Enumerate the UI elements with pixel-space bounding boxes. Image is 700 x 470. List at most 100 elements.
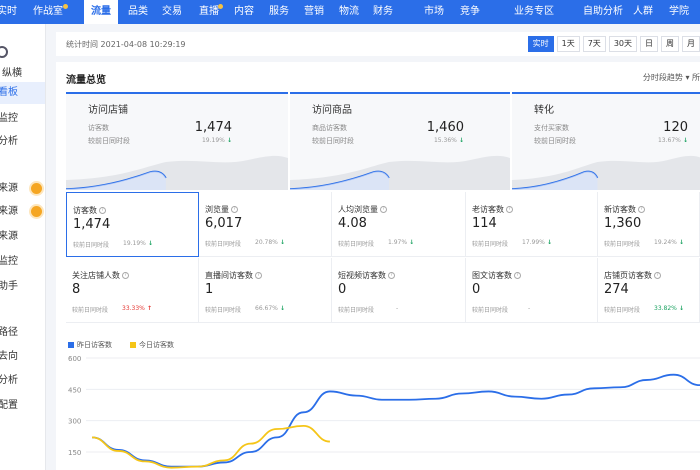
metric-compare-label: 较前日同时段 [338,307,375,314]
sidebar-item-label: 分析 [0,136,18,147]
range-button[interactable]: 日 [640,36,658,52]
metric-label: 图文访客数 [472,271,512,280]
nav-item[interactable]: 财务 [371,0,395,24]
metric-card[interactable]: 人均浏览量? 4.08 较前日同时段 1.97% ↓ [332,192,466,257]
nav-item[interactable]: 营销 [302,0,326,24]
stat-time-bar: 统计时间 2021-04-08 10:29:19 实时 1天 7天 30天日周月 [56,32,700,56]
funnel-panel[interactable]: 访问店铺 访客数 较前日同时段 1,474 19.19% ↓ [66,92,288,190]
sidebar-item-label: 看板 [0,87,18,98]
sidebar-item[interactable]: 来源 [0,201,45,223]
sidebar-item[interactable]: 路径 [0,322,45,344]
badge-icon [31,206,42,217]
metric-compare-label: 较前日同时段 [604,307,641,314]
help-icon[interactable]: ? [99,207,106,214]
y-tick-label: 450 [68,386,81,394]
nav-item[interactable]: 业务专区 [509,0,559,24]
help-icon[interactable]: ? [380,206,387,213]
range-button[interactable]: 月 [682,36,700,52]
nav-item[interactable]: 物流 [337,0,361,24]
metric-change: 66.67% ↓ [255,305,285,312]
trend-dropdown-label: 分时段趋势 [642,73,683,82]
help-icon[interactable]: ? [654,272,661,279]
metric-change: - [396,305,398,312]
sidebar-item[interactable]: 分析 [0,370,45,392]
nav-item[interactable]: 内容 [232,0,256,24]
help-icon[interactable]: ? [506,206,513,213]
range-button[interactable]: 30天 [608,36,637,52]
metric-compare-label: 较前日同时段 [73,242,110,249]
section-title: 流量总览 [66,75,106,86]
sidebar-item[interactable]: 来源 [0,178,45,200]
funnel-sparkline [66,155,288,190]
metric-value: 114 [472,216,497,231]
metric-card[interactable]: 店铺页访客数? 274 较前日同时段 33.82% ↓ [598,258,700,323]
nav-item[interactable]: 服务 [267,0,291,24]
metric-value: 0 [338,282,347,297]
metric-card[interactable]: 直播间访客数? 1 较前日同时段 66.67% ↓ [199,258,332,323]
nav-item[interactable]: 学院 [667,0,691,24]
metric-change: 19.24% ↓ [654,239,684,246]
metric-card[interactable]: 短视频访客数? 0 较前日同时段 - [332,258,466,323]
funnel-panel[interactable]: 访问商品 商品访客数 较前日同时段 1,460 15.36% ↓ [290,92,510,190]
sidebar-item[interactable]: 分析 [0,131,45,153]
arrow-down-icon: ↓ [407,239,415,246]
metric-card[interactable]: 访客数? 1,474 较前日同时段 19.19% ↓ [66,192,199,257]
help-icon[interactable]: ? [638,206,645,213]
nav-item[interactable]: 人群 [631,0,655,24]
sidebar-item[interactable]: 监控 [0,108,45,130]
new-dot-icon [63,4,68,9]
sidebar-item[interactable]: 监控 [0,251,45,273]
metric-label-row: 关注店铺人数? [72,270,129,281]
help-icon[interactable]: ? [255,272,262,279]
metric-change: 19.19% ↓ [123,240,153,247]
sidebar-item[interactable]: 配置 [0,395,45,417]
sidebar-item[interactable]: 助手 [0,276,45,298]
badge-icon [31,183,42,194]
nav-item[interactable]: 市场 [422,0,446,24]
metric-label: 访客数 [73,206,97,215]
sidebar-item[interactable]: 来源 [0,226,45,248]
series-line-today [91,424,331,469]
trend-dropdown[interactable]: 分时段趋势 ▾ 所 [643,72,700,83]
metric-change-value: 17.99% [522,239,545,246]
range-button[interactable]: 1天 [556,36,580,52]
nav-item[interactable]: 品类 [126,0,150,24]
sidebar-item[interactable]: 去向 [0,346,45,368]
nav-item[interactable]: 交易 [160,0,184,24]
sidebar-item[interactable]: 看板 [0,82,45,104]
nav-item[interactable]: 作战室 [30,0,66,24]
nav-item[interactable]: 直播 [197,0,221,24]
metric-card[interactable]: 关注店铺人数? 8 较前日同时段 33.33% ↑ [66,258,199,323]
metric-compare-label: 较前日同时段 [604,241,641,248]
arrow-down-icon: ↓ [676,239,685,246]
metric-card[interactable]: 新访客数? 1,360 较前日同时段 19.24% ↓ [598,192,700,257]
range-button[interactable]: 7天 [582,36,606,52]
funnel-sparkline [290,155,510,190]
help-icon[interactable]: ? [231,206,238,213]
nav-item[interactable]: 流量 [84,0,118,24]
arrow-down-icon: ↓ [277,239,286,246]
sidebar-item-label: 来源 [0,183,18,194]
metric-label-row: 人均浏览量? [338,204,387,215]
help-icon[interactable]: ? [122,272,129,279]
metric-card[interactable]: 图文访客数? 0 较前日同时段 - [466,258,598,323]
new-dot-icon [218,4,223,9]
nav-item[interactable]: 竞争 [458,0,482,24]
help-icon[interactable]: ? [388,272,395,279]
metric-label: 新访客数 [604,205,636,214]
y-tick-label: 150 [68,449,81,457]
nav-item[interactable]: 实时 [0,0,20,24]
metric-value: 1 [205,282,214,297]
metric-value: 6,017 [205,216,243,231]
y-tick-label: 300 [68,418,81,426]
metric-card[interactable]: 浏览量? 6,017 较前日同时段 20.78% ↓ [199,192,332,257]
range-button[interactable]: 实时 [527,36,554,52]
nav-item[interactable]: 自助分析 [578,0,628,24]
help-icon[interactable]: ? [514,272,521,279]
sidebar-item-label: 助手 [0,281,18,292]
funnel-panel[interactable]: 转化 支付买家数 较前日同时段 120 13.67% ↓ [512,92,700,190]
metric-value: 8 [72,282,81,297]
brand-name: 纵横 [2,68,22,79]
metric-card[interactable]: 老访客数? 114 较前日同时段 17.99% ↓ [466,192,598,257]
range-button[interactable]: 周 [661,36,679,52]
